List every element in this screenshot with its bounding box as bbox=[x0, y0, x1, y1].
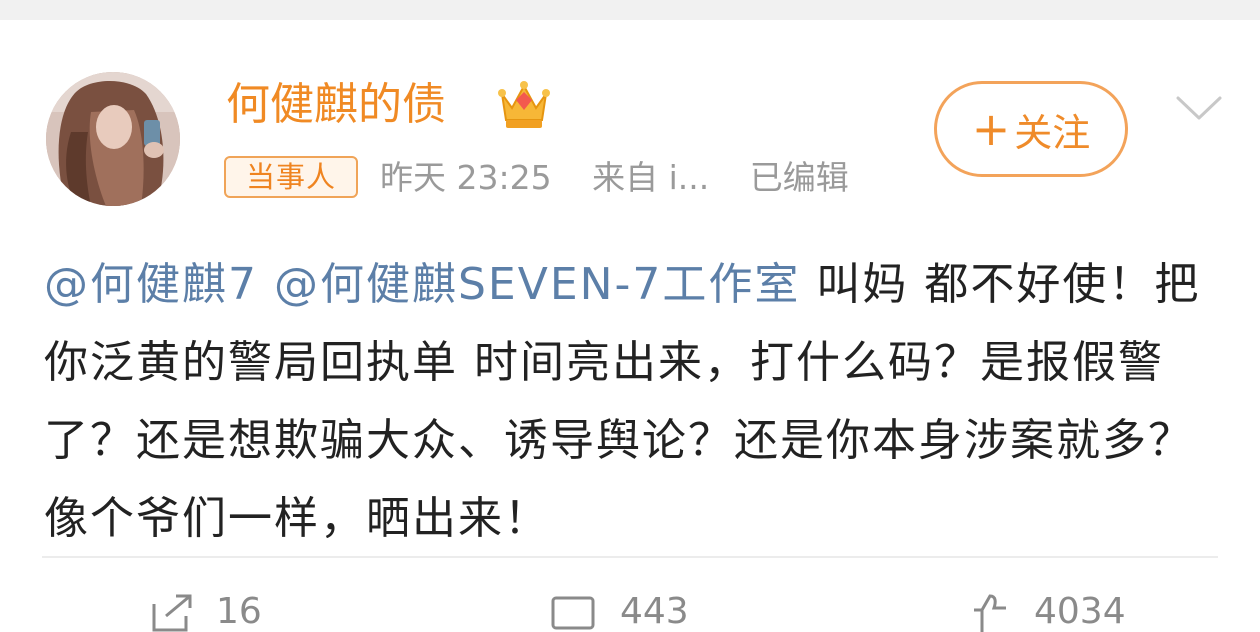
post-source[interactable]: 来自 i... bbox=[592, 158, 709, 197]
top-band bbox=[0, 0, 1260, 20]
plus-icon: + bbox=[971, 102, 1011, 156]
follow-button[interactable]: + 关注 bbox=[934, 81, 1128, 177]
like-icon bbox=[974, 594, 1006, 632]
comment-button[interactable]: 443 bbox=[550, 592, 689, 632]
post-time: 昨天 23:25 bbox=[380, 158, 552, 197]
mention-link[interactable]: @何健麒7 bbox=[44, 259, 258, 310]
mention-link[interactable]: @何健麒SEVEN-7工作室 bbox=[274, 259, 800, 310]
party-badge: 当事人 bbox=[224, 156, 358, 198]
like-button[interactable]: 4034 bbox=[968, 592, 1126, 632]
edited-label[interactable]: 已编辑 bbox=[750, 158, 849, 197]
crown-icon bbox=[498, 81, 550, 128]
repost-button[interactable]: 16 bbox=[150, 592, 262, 632]
divider bbox=[42, 556, 1218, 558]
avatar[interactable] bbox=[46, 72, 180, 206]
post-meta: 昨天 23:25 来自 i... 已编辑 bbox=[380, 154, 849, 202]
like-count: 4034 bbox=[1034, 591, 1126, 632]
username[interactable]: 何健麒的债 bbox=[226, 76, 446, 134]
follow-label: 关注 bbox=[1014, 110, 1091, 155]
post-body: @何健麒7 @何健麒SEVEN-7工作室 叫妈 都不好使！把你泛黄的警局回执单 … bbox=[44, 246, 1224, 558]
chevron-down-icon[interactable] bbox=[1174, 92, 1224, 124]
comment-count: 443 bbox=[620, 591, 689, 632]
comment-icon bbox=[551, 596, 595, 630]
repost-icon bbox=[152, 594, 192, 632]
repost-count: 16 bbox=[216, 591, 262, 632]
